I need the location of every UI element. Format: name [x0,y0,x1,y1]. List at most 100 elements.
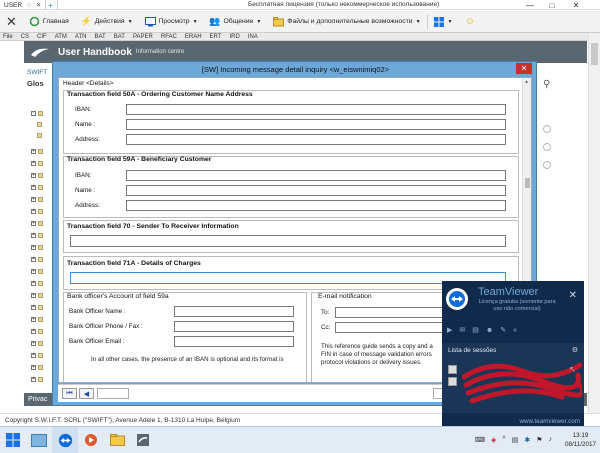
tree-row[interactable]: + [31,328,43,335]
feedback-button[interactable]: ☺ [458,11,481,33]
menu-item[interactable]: PAPER [133,34,153,40]
beneficiary-name-field[interactable] [126,185,506,196]
explorer-taskbar-icon[interactable] [26,427,52,453]
close-window-icon[interactable]: ✕ [566,0,586,10]
menu-item[interactable]: RFAC [161,34,177,40]
menu-item[interactable]: INA [248,34,258,40]
tree-row[interactable]: + [31,364,43,371]
windows-button[interactable]: ▼ [428,11,459,33]
scroll-up-icon[interactable]: ▲ [524,79,529,85]
chat-icon[interactable]: ✉ [459,326,465,334]
flag-icon[interactable]: ⚑ [536,436,542,444]
actions-button[interactable]: ⚡ Действия ▼ [75,11,139,33]
close-tab-icon[interactable]: ✕ [36,1,41,9]
officer-name-field[interactable] [174,306,294,317]
star-icon[interactable]: ☆ [26,1,32,9]
tree-row[interactable]: + [31,292,43,299]
ordering-name-field[interactable] [126,119,506,130]
view-button[interactable]: Просмотр ▼ [139,11,204,33]
previous-record-button[interactable]: ◀ [79,388,94,399]
ordering-address-field[interactable] [126,134,506,145]
dialog-scrollbar-thumb[interactable] [525,178,530,188]
beneficiary-iban-field[interactable] [126,170,506,181]
first-record-button[interactable]: ⏮ [62,388,77,399]
search-icon[interactable]: ⚲ [543,79,550,90]
end-session-icon[interactable]: ✕ [0,14,23,30]
menu-item[interactable]: CS [21,34,29,40]
close-icon[interactable]: ✕ [516,63,532,74]
menu-item[interactable]: ERT [210,34,222,40]
teamviewer-url[interactable]: www.teamviewer.com [442,418,580,425]
menu-item[interactable]: ATM [55,34,67,40]
tree-row[interactable]: + [31,352,43,359]
tree-row[interactable]: + [31,172,43,179]
tree-row[interactable]: + [31,268,43,275]
home-button[interactable]: Главная [23,11,75,33]
tree-row[interactable]: + [31,196,43,203]
menu-item[interactable]: ERAH [185,34,202,40]
close-panel-icon[interactable]: ✕ [569,290,577,301]
officer-email-field[interactable] [174,336,294,347]
tree-row[interactable] [37,121,49,128]
bluetooth-icon[interactable]: ✱ [524,436,530,444]
tree-row[interactable]: + [31,244,43,251]
taskbar-clock[interactable]: 13:19 08/11/2017 [565,431,596,449]
tree-row[interactable]: + [31,280,43,287]
menu-item[interactable]: IRD [229,34,239,40]
tree-row[interactable]: - [31,110,43,117]
files-button[interactable]: Файлы и дополнительные возможности ▼ [267,11,426,33]
communication-button[interactable]: 👥 Общение ▼ [204,11,268,33]
chevron-up-icon[interactable]: ^ [502,436,505,444]
menu-item[interactable]: File [3,34,13,40]
tab-user[interactable]: USER ☆ ✕ [0,0,47,10]
minimize-icon[interactable]: — [520,0,540,10]
tree-row[interactable]: + [31,376,43,383]
tree-row[interactable]: + [31,148,43,155]
tab-new-icon[interactable]: + [44,0,58,10]
menu-item[interactable]: ATN [75,34,87,40]
page-scrollbar[interactable] [588,33,600,413]
teamviewer-taskbar-icon[interactable] [52,427,78,453]
ordering-iban-field[interactable] [126,104,506,115]
tree-row[interactable] [37,132,49,139]
app-taskbar-icon[interactable] [130,427,156,453]
tree-row[interactable]: + [31,340,43,347]
folder-taskbar-icon[interactable] [104,427,130,453]
tree-row[interactable]: + [31,220,43,227]
maximize-icon[interactable]: □ [542,0,562,10]
tree-row[interactable]: + [31,208,43,215]
file-icon[interactable]: ▤ [472,326,479,334]
menu-item[interactable]: BAT [114,34,125,40]
officer-phone-field[interactable] [174,321,294,332]
privacy-link[interactable]: Privac [28,396,47,403]
gear-icon[interactable]: ⚙ [572,346,578,354]
copyright-text: Copyright S.W.I.F.T. SCRL ("SWIFT"), Ave… [5,416,241,424]
left-link[interactable]: SWIFT [27,69,47,76]
details-of-charges-field[interactable] [70,272,506,284]
clock-date: 08/11/2017 [564,441,596,448]
tree-row[interactable]: + [31,256,43,263]
media-taskbar-icon[interactable] [78,427,104,453]
volume-icon[interactable]: ♪ [549,436,553,444]
video-icon[interactable]: ▶ [447,326,452,334]
email-cc-field[interactable] [335,322,447,333]
keyboard-icon[interactable]: ⌨ [475,436,485,444]
session-list: Lista de sessões ⚙ ↖ [442,343,584,413]
tool-icon[interactable]: ✎ [500,326,506,334]
sender-receiver-info-field[interactable] [70,235,506,247]
tree-row[interactable]: + [31,232,43,239]
user-icon[interactable]: ☻ [486,327,493,334]
tree-row[interactable]: + [31,316,43,323]
collapse-icon[interactable]: « [513,327,517,334]
menu-item[interactable]: CIF [37,34,47,40]
beneficiary-address-field[interactable] [126,200,506,211]
tree-row[interactable]: + [31,304,43,311]
tree-row[interactable]: + [31,160,43,167]
start-button[interactable] [0,427,26,453]
shield-icon[interactable]: ◈ [491,436,496,444]
email-to-field[interactable] [335,307,447,318]
menu-item[interactable]: BAT [94,34,105,40]
scrollbar-thumb[interactable] [591,43,598,65]
tree-row[interactable]: + [31,184,43,191]
network-icon[interactable]: ▤ [512,436,519,444]
